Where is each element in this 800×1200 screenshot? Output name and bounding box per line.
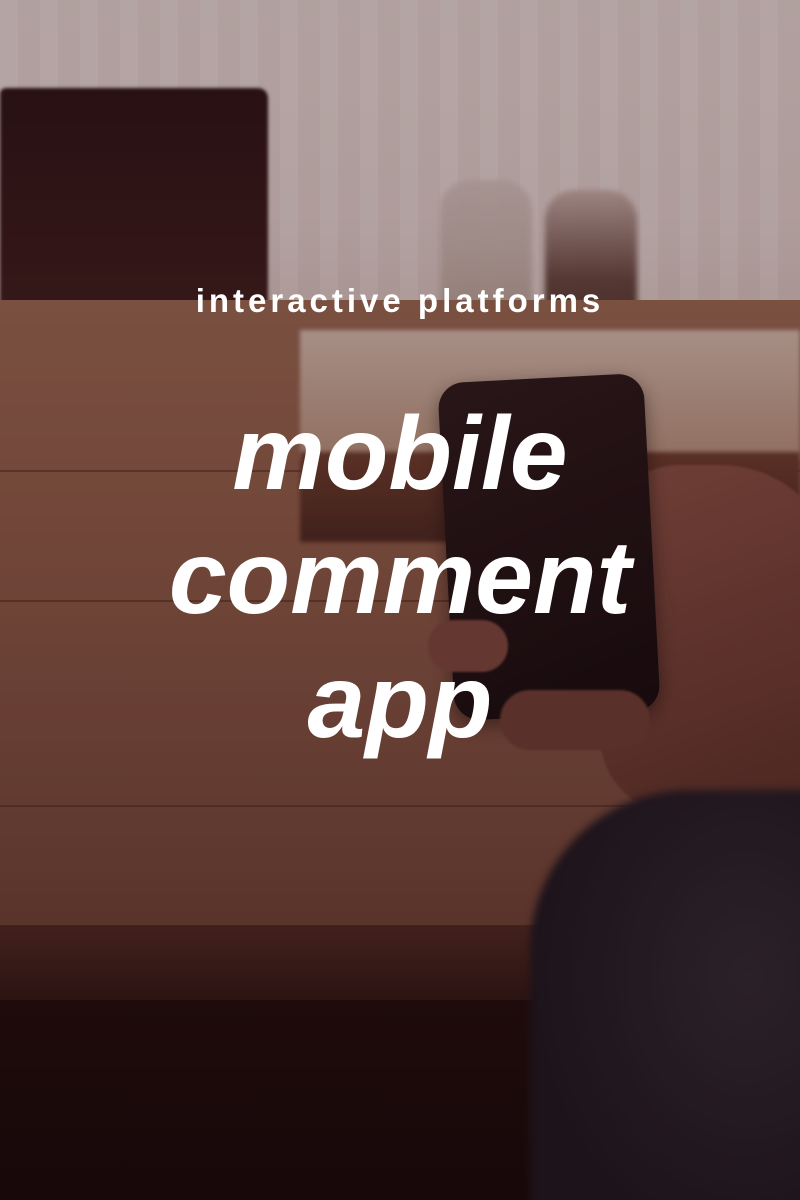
headline-line-1: mobile [232,396,568,512]
headline: mobile comment app [0,392,800,764]
poster: interactive platforms mobile comment app [0,0,800,1200]
headline-line-2: comment [168,520,632,636]
headline-line-3: app [307,644,493,760]
kicker-text: interactive platforms [195,282,605,319]
